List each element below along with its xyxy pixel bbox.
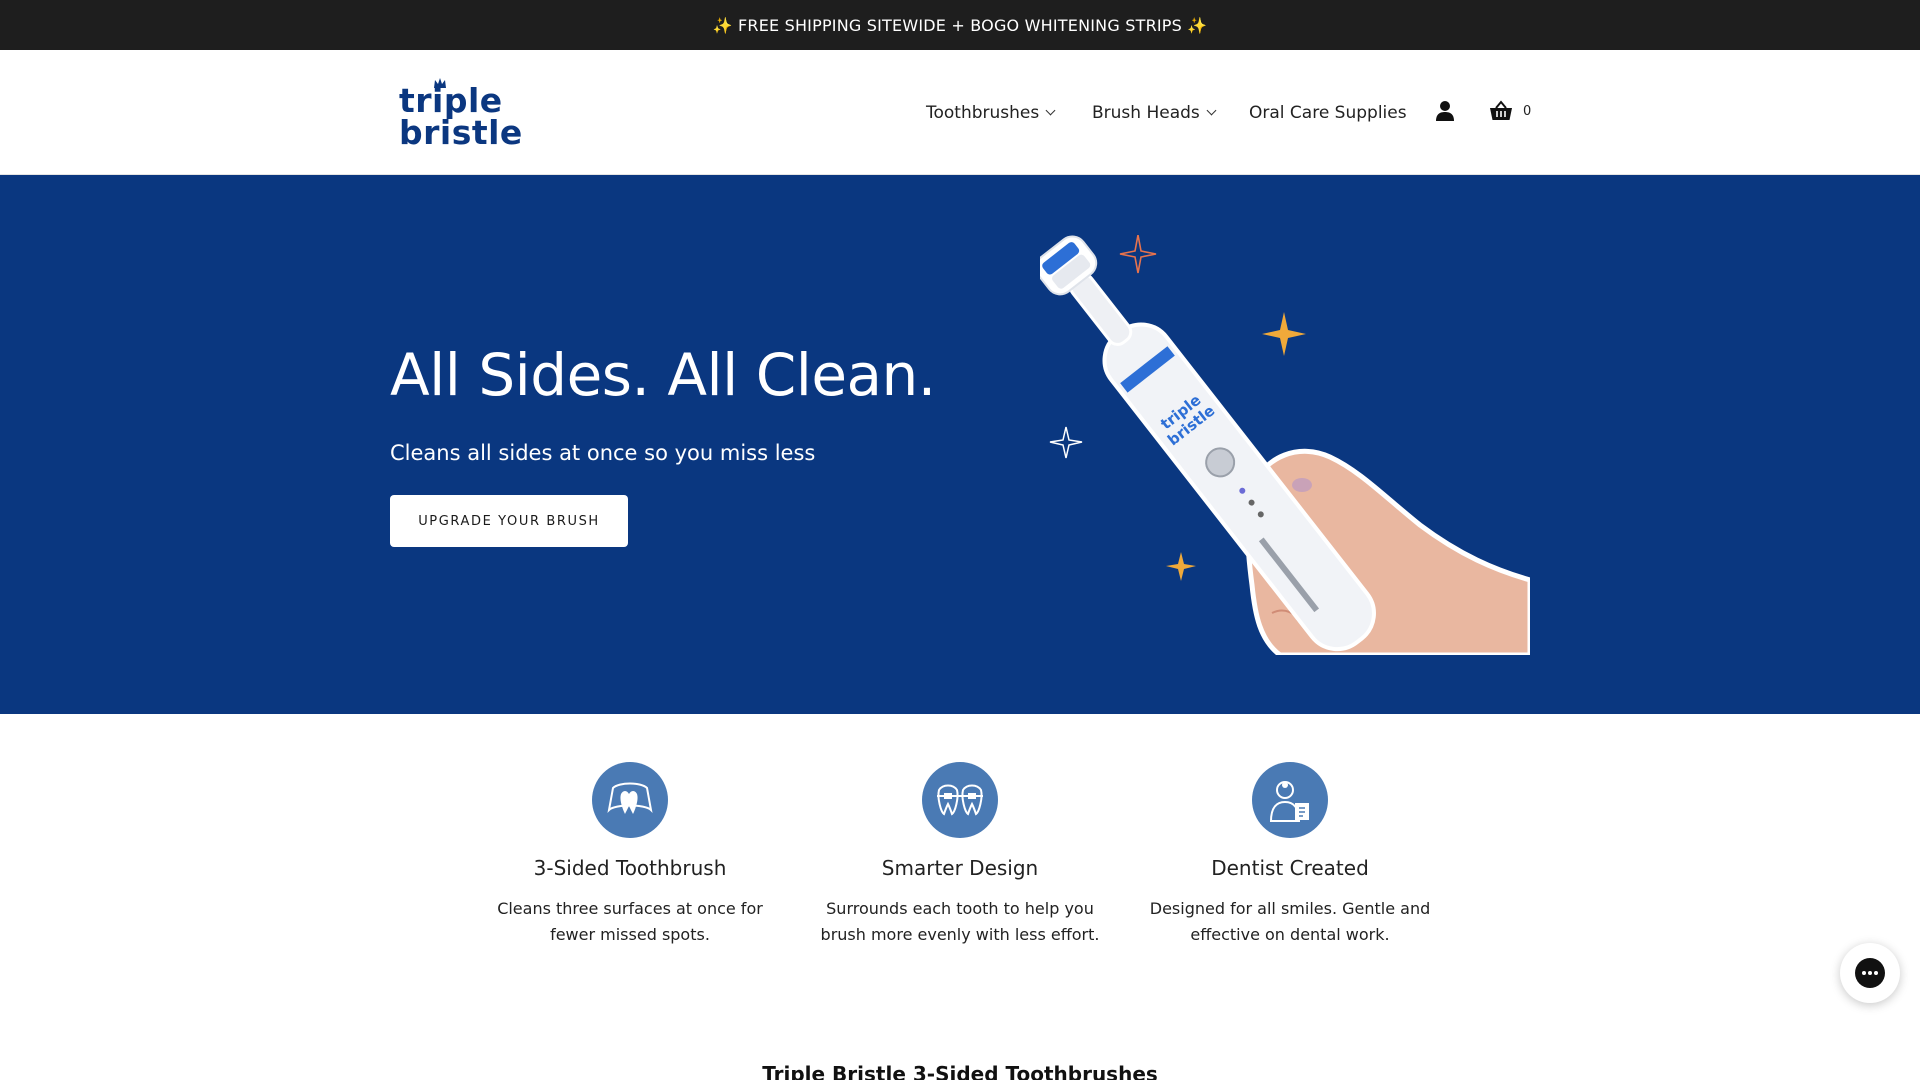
sparkle-icon <box>1166 552 1196 581</box>
nav-oral-care-supplies[interactable]: Oral Care Supplies <box>1249 50 1407 175</box>
upgrade-your-brush-button[interactable]: UPGRADE YOUR BRUSH <box>390 495 628 547</box>
cart-button[interactable]: 0 <box>1489 100 1531 122</box>
hero-banner: All Sides. All Clean. Cleans all sides a… <box>0 175 1920 714</box>
cart-count: 0 <box>1523 103 1532 119</box>
feature-icon-circle <box>592 762 668 838</box>
basket-icon <box>1490 100 1512 120</box>
nav-oral-care-supplies-label: Oral Care Supplies <box>1249 102 1407 123</box>
nav-toothbrushes-label: Toothbrushes <box>926 102 1040 123</box>
account-button[interactable] <box>1435 100 1455 122</box>
crown-icon <box>434 78 446 88</box>
hero-title: All Sides. All Clean. <box>390 341 936 409</box>
feature-title: Smarter Design <box>881 856 1039 880</box>
sparkle-icon <box>1049 426 1083 459</box>
teeth-surround-icon <box>607 782 653 814</box>
logo-line2: bristle <box>399 113 523 152</box>
announcement-text: ✨ FREE SHIPPING SITEWIDE + BOGO WHITENIN… <box>712 15 1208 35</box>
logo[interactable]: triple bristle <box>399 76 523 154</box>
sparkle-icon <box>1119 235 1157 274</box>
chevron-down-icon <box>1045 105 1056 116</box>
feature-text: Cleans three surfaces at once for fewer … <box>497 899 763 944</box>
features-section: 3-Sided Toothbrush Cleans three surfaces… <box>0 714 1920 1080</box>
dentist-icon <box>1269 781 1309 822</box>
nav-brush-heads-label: Brush Heads <box>1092 102 1200 123</box>
chat-icon <box>1855 958 1885 988</box>
feature-smarter-design: Smarter Design Surrounds each tooth to h… <box>810 762 1110 948</box>
chat-button[interactable] <box>1840 943 1900 1003</box>
nav-brush-heads[interactable]: Brush Heads <box>1092 50 1217 175</box>
feature-text: Surrounds each tooth to help you brush m… <box>820 899 1100 944</box>
site-header: triple bristle Toothbrushes Brush Heads … <box>0 50 1920 175</box>
braces-icon <box>937 784 983 816</box>
chevron-down-icon <box>1206 105 1217 116</box>
feature-3-sided-toothbrush: 3-Sided Toothbrush Cleans three surfaces… <box>480 762 780 948</box>
feature-title: Dentist Created <box>1211 856 1369 880</box>
hero-product-image: triple bristle <box>1040 235 1530 655</box>
feature-title: 3-Sided Toothbrush <box>533 856 727 880</box>
sparkle-icon <box>1262 312 1306 356</box>
announcement-bar: ✨ FREE SHIPPING SITEWIDE + BOGO WHITENIN… <box>0 0 1920 50</box>
section-title: Triple Bristle 3-Sided Toothbrushes <box>762 1062 1158 1080</box>
feature-dentist-created: Dentist Created Designed for all smiles.… <box>1140 762 1440 948</box>
hero-subtitle: Cleans all sides at once so you miss les… <box>390 441 816 465</box>
feature-icon-circle <box>922 762 998 838</box>
feature-icon-circle <box>1252 762 1328 838</box>
nav-toothbrushes[interactable]: Toothbrushes <box>926 50 1056 175</box>
feature-text: Designed for all smiles. Gentle and effe… <box>1149 899 1431 944</box>
user-icon <box>1436 101 1454 121</box>
